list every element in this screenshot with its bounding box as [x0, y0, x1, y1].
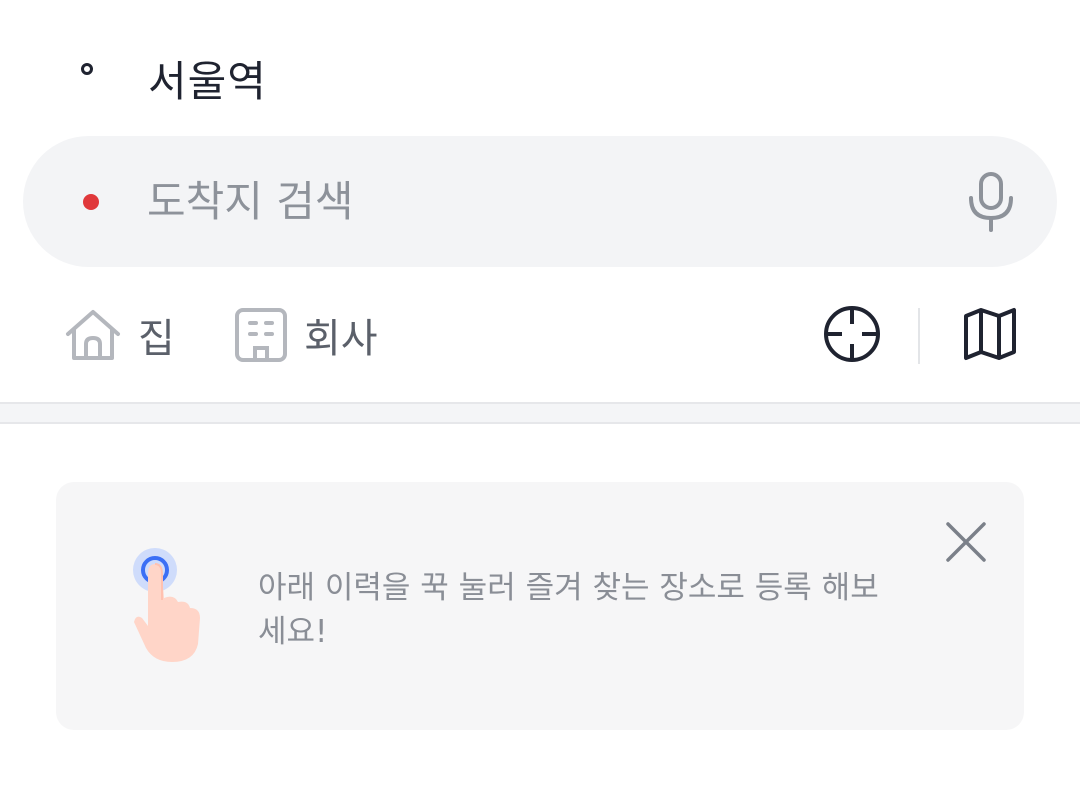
- origin-row[interactable]: 서울역: [0, 40, 1080, 106]
- destination-search-input[interactable]: [147, 166, 907, 236]
- map-icon: [964, 308, 1016, 360]
- toolbar-divider: [918, 308, 920, 364]
- origin-dot-icon: [81, 63, 93, 75]
- destination-search-bar[interactable]: [23, 136, 1057, 267]
- shortcut-home-label: 집: [138, 316, 175, 362]
- shortcut-office-button[interactable]: 회사: [234, 300, 378, 370]
- office-building-icon: [235, 308, 287, 362]
- favorite-tip-card: 아래 이력을 꾹 눌러 즐겨 찾는 장소로 등록 해보세요!: [56, 482, 1024, 730]
- microphone-icon: [969, 172, 1013, 232]
- section-divider: [0, 402, 1080, 424]
- route-search-screen: 서울역 집 회사: [0, 0, 1080, 791]
- destination-dot-icon: [83, 194, 99, 210]
- tap-hand-icon: [132, 544, 212, 674]
- crosshair-icon: [824, 306, 880, 362]
- shortcut-office-label: 회사: [304, 316, 378, 362]
- voice-search-button[interactable]: [961, 172, 1021, 232]
- current-location-button[interactable]: [820, 302, 884, 366]
- shortcut-home-button[interactable]: 집: [64, 300, 175, 370]
- favorite-tip-text: 아래 이력을 꾹 눌러 즐겨 찾는 장소로 등록 해보세요!: [258, 570, 879, 650]
- origin-label[interactable]: 서울역: [148, 48, 267, 109]
- map-view-button[interactable]: [958, 302, 1022, 366]
- tip-close-button[interactable]: [936, 512, 996, 572]
- home-icon: [66, 310, 120, 360]
- close-icon: [946, 522, 986, 562]
